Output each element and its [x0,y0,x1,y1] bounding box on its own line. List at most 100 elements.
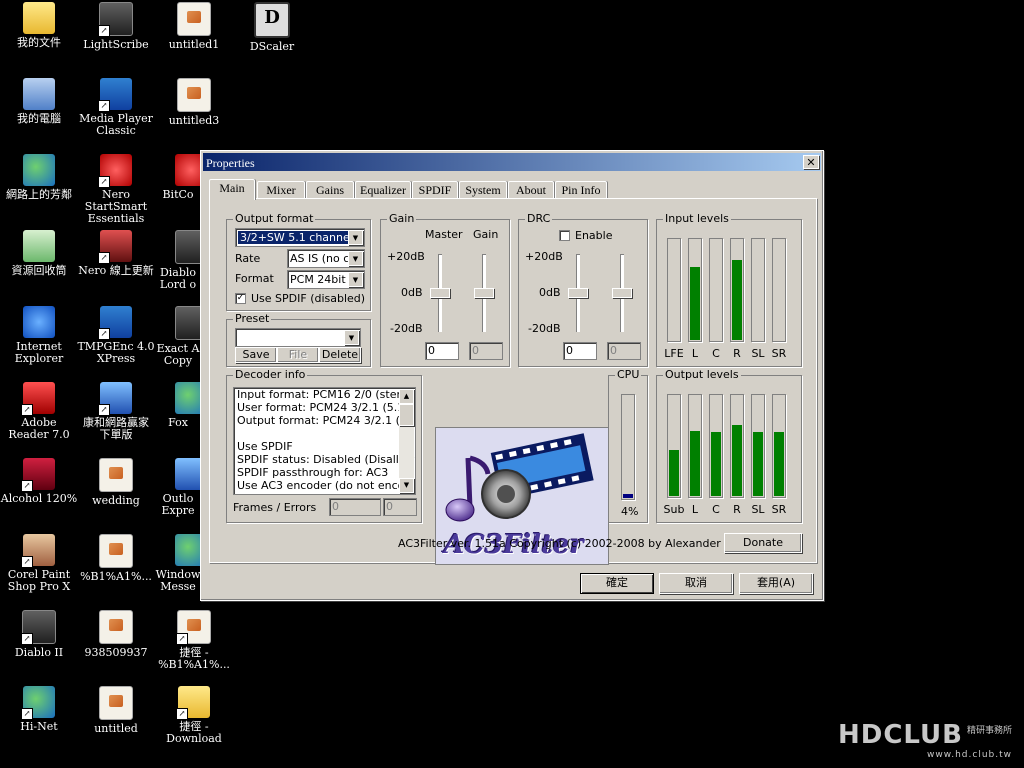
chevron-down-icon[interactable]: ▼ [344,330,359,345]
scale-zero: 0dB [401,286,423,299]
scale-plus20: +20dB [525,250,563,263]
use-spdif-checkbox[interactable]: ✓ [235,293,246,304]
desktop-icon-dscaler[interactable]: D DScaler [233,2,311,53]
messenger-icon [175,534,201,566]
tab-gains[interactable]: Gains [306,181,354,198]
desktop-icon-b1a1[interactable]: %B1%A1%... [77,534,155,583]
internet-explorer-icon [23,306,55,338]
desktop-icon-network-places[interactable]: 網路上的芳鄰 [0,154,78,201]
decoder-info-scrollbar[interactable]: ▲ ▼ [399,389,414,493]
input-meter-sl [751,238,765,342]
desktop-icon-938509937[interactable]: 938509937 [77,610,155,659]
apply-button[interactable]: 套用(A) [739,573,813,594]
desktop-icon-tmpgenc[interactable]: ↗ TMPGEnc 4.0 XPress [77,306,155,365]
tab-equalizer[interactable]: Equalizer [355,181,411,198]
lightscribe-icon: ↗ [98,2,133,37]
desktop-icon-wedding[interactable]: wedding [77,458,155,507]
desktop-icon-bitcomet[interactable]: BitCo [155,154,201,201]
drc-slider1-thumb[interactable] [568,288,588,298]
tab-main[interactable]: Main [209,179,255,200]
desktop-icon-label: untitled [94,722,138,735]
desktop-icon-my-documents[interactable]: 我的文件 [0,2,78,49]
drc-value1-field[interactable]: 0 [563,342,597,360]
cpu-value: 4% [621,505,639,518]
dscaler-icon: D [254,2,290,38]
scroll-thumb[interactable] [399,404,414,426]
chevron-down-icon[interactable]: ▼ [348,230,363,245]
output-meter-sr [772,394,786,498]
tab-system[interactable]: System [459,181,507,198]
tab-pin-info[interactable]: Pin Info [555,181,607,198]
watermark-brand: HDCLUB [837,720,963,750]
desktop-icon-lightscribe[interactable]: ↗ LightScribe [77,2,155,51]
desktop-icon-foxit[interactable]: Fox [155,382,201,429]
desktop-icon-adobe-reader[interactable]: ↗ Adobe Reader 7.0 [0,382,78,441]
channels-select[interactable]: 3/2+SW 5.1 channels ▼ [235,228,365,247]
master-slider-thumb[interactable] [430,288,450,298]
desktop-icon-untitled[interactable]: untitled [77,686,155,735]
decoder-info-textbox[interactable]: Input format: PCM16 2/0 (stereo) 4 User … [233,387,416,495]
desktop-icon-outlook-express[interactable]: Outlo Expre [155,458,201,517]
watermark-url: www.hd.club.tw [926,750,1012,760]
decoder-info-line: Use SPDIF [237,440,293,453]
scroll-up-icon[interactable]: ▲ [399,389,414,404]
master-value-field[interactable]: 0 [425,342,459,360]
desktop-icon-nero-startsmart[interactable]: ↗ Nero StartSmart Essentials [77,154,155,225]
desktop-icon-shortcut-download[interactable]: ↗ 捷徑 - Download [155,686,233,745]
desktop-icon-label: Corel Paint Shop Pro X [7,568,71,593]
preset-group: Preset ▼ Save File Delete [226,312,371,367]
desktop-icon-exact-audio-copy[interactable]: Exact A Copy [155,306,201,367]
desktop-icon-my-computer[interactable]: 我的電腦 [0,78,78,125]
frames-value-field: 0 [329,498,381,516]
desktop-icon-label: Alcohol 120% [0,492,78,505]
tab-about[interactable]: About [508,181,554,198]
format-select[interactable]: PCM 24bit ▼ [287,270,365,289]
desktop-icon-label: 938509937 [84,646,148,659]
tab-spdif[interactable]: SPDIF [412,181,458,198]
diablo-icon [175,230,201,264]
desktop-icon-alcohol[interactable]: ↗ Alcohol 120% [0,458,78,505]
scroll-down-icon[interactable]: ▼ [399,478,414,493]
adobe-reader-icon: ↗ [21,382,55,416]
errors-value-field: 0 [383,498,417,516]
ok-button[interactable]: 確定 [580,573,654,594]
cancel-button[interactable]: 取消 [659,573,733,594]
donate-button[interactable]: Donate [724,533,802,553]
drc-enable-checkbox[interactable] [559,230,570,241]
desktop-icon-recycle-bin[interactable]: 資源回收筒 [0,230,78,277]
desktop-icon-label: Diablo Lord o [159,266,197,291]
input-meter-fill [690,267,700,340]
output-meter-sub [667,394,681,498]
chevron-down-icon[interactable]: ▼ [348,272,363,287]
preset-delete-button[interactable]: Delete [319,347,361,363]
chevron-down-icon[interactable]: ▼ [348,251,363,266]
group-title: Input levels [663,212,731,225]
desktop-icon-shortcut-b1a1[interactable]: ↗ 捷徑 - %B1%A1%... [155,610,233,671]
desktop-icon-untitled3[interactable]: untitled3 [155,78,233,127]
desktop-icon-media-player-classic[interactable]: ↗ Media Player Classic [77,78,155,137]
desktop-icon-untitled1[interactable]: untitled1 [155,2,233,51]
desktop-icon-diablo-ii[interactable]: ↗ Diablo II [0,610,78,659]
desktop-icon-windows-messenger[interactable]: Window Messe [155,534,201,593]
tab-mixer[interactable]: Mixer [257,181,305,198]
preset-select[interactable]: ▼ [235,328,361,347]
desktop-icon-diablo-lod[interactable]: Diablo Lord o [155,230,201,291]
rate-select[interactable]: AS IS (no ch ▼ [287,249,365,268]
gain-slider-thumb[interactable] [474,288,494,298]
desktop-icon-stock-trader[interactable]: ↗ 康和網路贏家 下單版 [77,382,155,441]
desktop-icon-paint-shop-pro[interactable]: ↗ Corel Paint Shop Pro X [0,534,78,593]
drc-slider2-thumb[interactable] [612,288,632,298]
desktop-icon-nero-update[interactable]: ↗ Nero 線上更新 [77,230,155,277]
master-label: Master [425,228,463,241]
channels-value: 3/2+SW 5.1 channels [238,231,361,244]
gain-value-field[interactable]: 0 [469,342,503,360]
preset-save-button[interactable]: Save [235,347,277,363]
desktop-icon-label: 資源回收筒 [11,264,67,277]
output-meter-c [709,394,723,498]
desktop-icon-internet-explorer[interactable]: Internet Explorer [0,306,78,365]
preset-file-button[interactable]: File [277,347,319,363]
desktop-icon-hinet[interactable]: ↗ Hi-Net [0,686,78,733]
close-button[interactable]: ✕ [803,155,819,169]
drc-value2-field[interactable]: 0 [607,342,641,360]
title-bar[interactable]: Properties ✕ [203,153,821,171]
